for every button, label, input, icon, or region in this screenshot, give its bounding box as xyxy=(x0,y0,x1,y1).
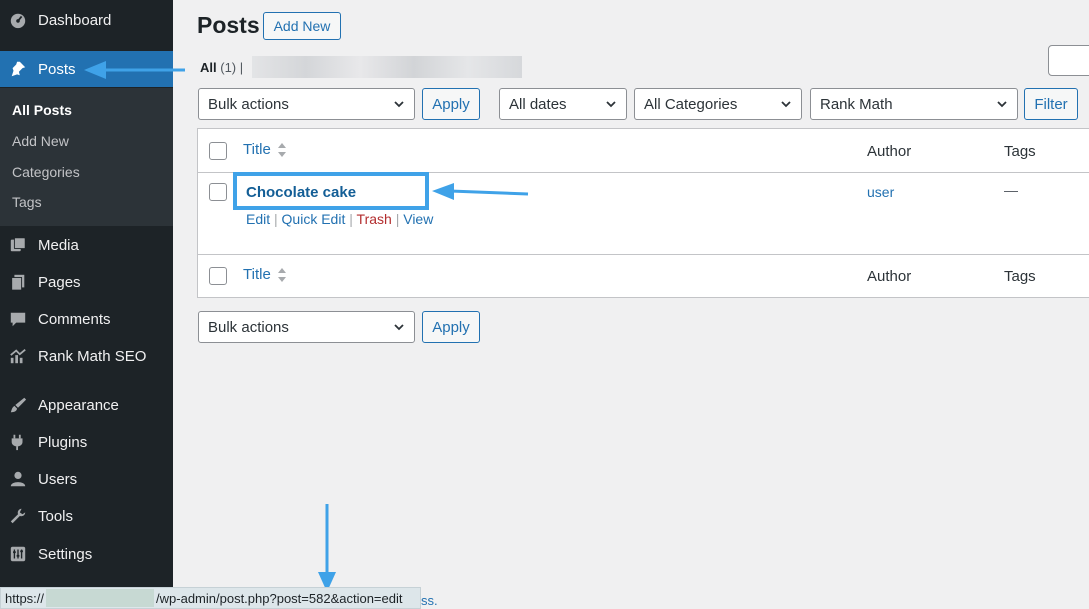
users-icon xyxy=(8,469,28,489)
title-column-label: Title xyxy=(243,266,271,283)
annotation-arrow-left-icon xyxy=(432,183,529,200)
filter-all-link[interactable]: All xyxy=(200,60,217,75)
action-separator: | xyxy=(274,211,278,227)
posts-submenu: All Posts Add New Categories Tags xyxy=(0,88,173,226)
sidebar-item-label: Media xyxy=(38,236,79,254)
wrench-icon xyxy=(8,506,28,526)
status-url-path: /wp-admin/post.php?post=582&action=edit xyxy=(156,590,403,606)
sidebar-item-rank-math-seo[interactable]: Rank Math SEO xyxy=(0,338,173,374)
quick-edit-link[interactable]: Quick Edit xyxy=(282,211,346,227)
sidebar-item-label: Comments xyxy=(38,310,111,328)
sidebar-item-media[interactable]: Media xyxy=(0,227,173,263)
chevron-down-icon xyxy=(394,101,404,108)
sidebar-item-users[interactable]: Users xyxy=(0,461,173,497)
categories-value: All Categories xyxy=(644,95,738,113)
sidebar-item-appearance[interactable]: Appearance xyxy=(0,387,173,423)
sidebar-item-label: Settings xyxy=(38,545,93,563)
submenu-all-posts[interactable]: All Posts xyxy=(12,102,72,118)
pushpin-icon xyxy=(8,59,28,79)
paintbrush-icon xyxy=(8,395,28,415)
edit-link[interactable]: Edit xyxy=(246,211,270,227)
filter-separator: | xyxy=(239,60,244,75)
browser-status-bar: https:// /wp-admin/post.php?post=582&act… xyxy=(0,587,421,609)
author-column-footer: Author xyxy=(867,268,912,285)
footer-link-fragment[interactable]: ss. xyxy=(421,593,438,608)
bulk-actions-select[interactable]: Bulk actions xyxy=(198,88,415,120)
media-icon xyxy=(8,235,28,255)
sort-icon xyxy=(277,267,286,282)
sidebar-item-pages[interactable]: Pages xyxy=(0,264,173,300)
sidebar-item-dashboard[interactable]: Dashboard xyxy=(0,2,173,38)
chevron-down-icon xyxy=(997,101,1007,108)
sidebar-item-label: Dashboard xyxy=(38,11,112,29)
chevron-down-icon xyxy=(781,101,791,108)
bulk-actions-value: Bulk actions xyxy=(208,318,289,336)
sidebar-item-label: Rank Math SEO xyxy=(38,347,147,365)
sidebar-item-label: Posts xyxy=(38,60,76,78)
row-divider xyxy=(198,254,1089,255)
sidebar-item-comments[interactable]: Comments xyxy=(0,301,173,337)
sidebar-item-label: Pages xyxy=(38,273,81,291)
annotation-highlight-box xyxy=(233,172,429,210)
tags-column-header: Tags xyxy=(1004,143,1036,160)
apply-button-bottom[interactable]: Apply xyxy=(422,311,480,343)
rank-math-value: Rank Math xyxy=(820,95,893,113)
row-actions: Edit | Quick Edit | Trash | View xyxy=(246,211,433,227)
redacted-filter-links xyxy=(252,56,522,78)
plugin-icon xyxy=(8,432,28,452)
trash-link[interactable]: Trash xyxy=(357,211,392,227)
rank-math-select[interactable]: Rank Math xyxy=(810,88,1018,120)
categories-select[interactable]: All Categories xyxy=(634,88,802,120)
title-column-label: Title xyxy=(243,141,271,158)
author-column-header: Author xyxy=(867,143,912,160)
apply-button[interactable]: Apply xyxy=(422,88,480,120)
admin-sidebar: Dashboard Posts All Posts Add New Catego… xyxy=(0,0,173,609)
sort-icon xyxy=(277,142,286,157)
posts-table: Title Author Tags Chocolate cake Edit | … xyxy=(197,128,1089,298)
sidebar-item-label: Tools xyxy=(38,507,74,525)
chevron-down-icon xyxy=(394,324,404,331)
author-link[interactable]: user xyxy=(867,184,894,200)
chevron-down-icon xyxy=(606,101,616,108)
view-link[interactable]: View xyxy=(403,211,433,227)
dates-select[interactable]: All dates xyxy=(499,88,627,120)
title-column-footer[interactable]: Title xyxy=(243,266,287,283)
filter-all-count: (1) xyxy=(220,60,237,75)
rank-math-icon xyxy=(8,346,28,366)
action-separator: | xyxy=(349,211,353,227)
action-separator: | xyxy=(395,211,400,227)
search-input[interactable] xyxy=(1048,45,1089,76)
dates-value: All dates xyxy=(509,95,567,113)
bulk-actions-select-bottom[interactable]: Bulk actions xyxy=(198,311,415,343)
title-column-header[interactable]: Title xyxy=(243,141,287,158)
pages-icon xyxy=(8,272,28,292)
bulk-actions-value: Bulk actions xyxy=(208,95,289,113)
sidebar-item-label: Appearance xyxy=(38,396,119,414)
sidebar-item-settings[interactable]: Settings xyxy=(0,536,173,572)
status-filter: All (1) | xyxy=(200,60,243,75)
sidebar-item-tools[interactable]: Tools xyxy=(0,498,173,534)
annotation-arrow-down-icon xyxy=(318,504,336,592)
annotation-arrow-left-icon xyxy=(84,61,185,79)
status-url-prefix: https:// xyxy=(5,590,45,606)
page-title: Posts xyxy=(197,12,260,38)
select-all-checkbox[interactable] xyxy=(209,142,227,160)
submenu-tags[interactable]: Tags xyxy=(12,194,42,210)
tags-value: — xyxy=(1004,182,1018,198)
sidebar-item-plugins[interactable]: Plugins xyxy=(0,424,173,460)
submenu-add-new[interactable]: Add New xyxy=(12,133,69,149)
dashboard-icon xyxy=(8,10,28,30)
submenu-categories[interactable]: Categories xyxy=(12,164,80,180)
sidebar-item-label: Plugins xyxy=(38,433,88,451)
add-new-button[interactable]: Add New xyxy=(263,12,341,40)
tags-column-footer: Tags xyxy=(1004,268,1036,285)
row-checkbox[interactable] xyxy=(209,183,227,201)
settings-icon xyxy=(8,544,28,564)
select-all-checkbox-footer[interactable] xyxy=(209,267,227,285)
sidebar-item-label: Users xyxy=(38,470,78,488)
comments-icon xyxy=(8,309,28,329)
redacted-domain xyxy=(46,589,155,607)
filter-button[interactable]: Filter xyxy=(1024,88,1078,120)
